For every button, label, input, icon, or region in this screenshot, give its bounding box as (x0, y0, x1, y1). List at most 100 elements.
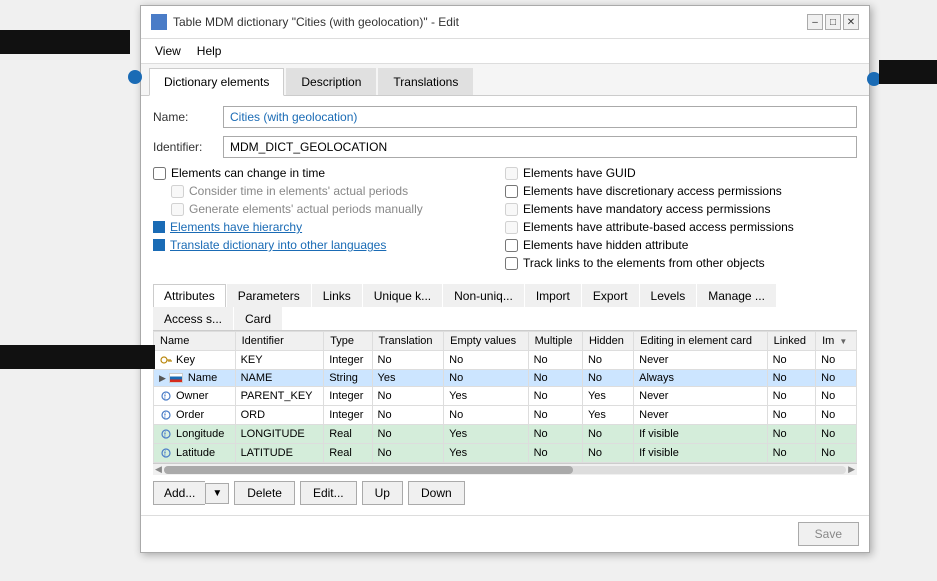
cell-hidden: Yes (582, 406, 633, 425)
cell-multiple: No (528, 387, 582, 406)
table-row[interactable]: ▶ Name NAME String Yes No No No A (154, 370, 857, 387)
sub-tab-import[interactable]: Import (525, 284, 581, 307)
cell-linked: No (767, 444, 816, 463)
table-header-row: Name Identifier Type Translation Empty v… (154, 332, 857, 351)
table-row[interactable]: f Longitude LONGITUDE Real No Yes No (154, 425, 857, 444)
generate-elements-row: Generate elements' actual periods manual… (171, 202, 505, 216)
svg-text:f: f (164, 432, 166, 439)
consider-time-label: Consider time in elements' actual period… (189, 184, 408, 198)
cell-name: f Owner (154, 387, 236, 406)
cell-im: No (816, 370, 857, 387)
elements-hierarchy-label[interactable]: Elements have hierarchy (170, 220, 302, 234)
hidden-attribute-row: Elements have hidden attribute (505, 238, 857, 252)
cell-multiple: No (528, 425, 582, 444)
generate-elements-label: Generate elements' actual periods manual… (189, 202, 423, 216)
mandatory-access-row: Elements have mandatory access permissio… (505, 202, 857, 216)
minimize-button[interactable]: – (807, 14, 823, 30)
maximize-button[interactable]: □ (825, 14, 841, 30)
elements-change-time-row: Elements can change in time (153, 166, 505, 180)
menu-bar: View Help (141, 39, 869, 64)
consider-time-checkbox[interactable] (171, 185, 184, 198)
checkboxes-left: Elements can change in time Consider tim… (153, 166, 505, 274)
cell-name: f Longitude (154, 425, 236, 444)
translate-dictionary-row: Translate dictionary into other language… (153, 238, 505, 252)
cell-linked: No (767, 387, 816, 406)
table-scroll-area[interactable]: Name Identifier Type Translation Empty v… (153, 331, 857, 463)
down-button[interactable]: Down (408, 481, 465, 505)
th-identifier: Identifier (235, 332, 324, 351)
cell-type: Integer (324, 406, 372, 425)
attribute-access-checkbox[interactable] (505, 221, 518, 234)
hidden-attribute-checkbox[interactable] (505, 239, 518, 252)
cell-empty-values: No (444, 370, 528, 387)
cell-identifier: KEY (235, 351, 324, 370)
tab-dictionary-elements[interactable]: Dictionary elements (149, 68, 284, 96)
hidden-attribute-label: Elements have hidden attribute (523, 238, 688, 252)
tab-translations[interactable]: Translations (378, 68, 473, 95)
sub-tab-manage[interactable]: Manage ... (697, 284, 776, 307)
translate-indicator (153, 239, 165, 251)
sub-tab-levels[interactable]: Levels (640, 284, 697, 307)
name-input[interactable] (223, 106, 857, 128)
sub-tab-parameters[interactable]: Parameters (227, 284, 311, 307)
table-row[interactable]: Key KEY Integer No No No No Never No No (154, 351, 857, 370)
edit-button[interactable]: Edit... (300, 481, 357, 505)
th-multiple: Multiple (528, 332, 582, 351)
cell-type: Integer (324, 387, 372, 406)
add-button[interactable]: Add... (153, 481, 205, 505)
discretionary-access-label: Elements have discretionary access permi… (523, 184, 782, 198)
main-tabs: Dictionary elements Description Translat… (141, 64, 869, 96)
elements-guid-checkbox[interactable] (505, 167, 518, 180)
tab-description[interactable]: Description (286, 68, 376, 95)
identifier-label: Identifier: (153, 140, 223, 154)
flag-russia-icon (169, 373, 183, 383)
cell-multiple: No (528, 406, 582, 425)
field-icon: f (159, 389, 173, 403)
delete-button[interactable]: Delete (234, 481, 295, 505)
add-dropdown-arrow[interactable]: ▼ (205, 483, 229, 504)
generate-elements-checkbox[interactable] (171, 203, 184, 216)
cell-translation: No (372, 444, 444, 463)
discretionary-access-checkbox[interactable] (505, 185, 518, 198)
sub-tab-export[interactable]: Export (582, 284, 639, 307)
scrollbar-thumb[interactable] (164, 466, 573, 474)
th-name: Name (154, 332, 236, 351)
track-links-checkbox[interactable] (505, 257, 518, 270)
scroll-left-arrow[interactable]: ◀ (155, 464, 162, 475)
cell-name-text: Longitude (176, 428, 224, 440)
th-translation: Translation (372, 332, 444, 351)
sub-tab-access-s[interactable]: Access s... (153, 307, 233, 330)
cell-empty-values: Yes (444, 425, 528, 444)
window-title: Table MDM dictionary "Cities (with geolo… (173, 15, 459, 29)
sub-tab-attributes[interactable]: Attributes (153, 284, 226, 308)
table-row[interactable]: f Owner PARENT_KEY Integer No Yes No (154, 387, 857, 406)
horizontal-scrollbar[interactable]: ◀ ▶ (153, 463, 857, 475)
sub-tab-card[interactable]: Card (234, 307, 282, 330)
sub-tab-unique-k[interactable]: Unique k... (363, 284, 442, 307)
cell-hidden: No (582, 370, 633, 387)
cell-identifier: ORD (235, 406, 324, 425)
up-button[interactable]: Up (362, 481, 403, 505)
sub-tab-links[interactable]: Links (312, 284, 362, 307)
cell-type: Real (324, 425, 372, 444)
cell-name-text: Name (188, 372, 217, 384)
menu-help[interactable]: Help (189, 41, 230, 61)
mandatory-access-checkbox[interactable] (505, 203, 518, 216)
name-row: Name: (153, 106, 857, 128)
window-icon (151, 14, 167, 30)
cell-identifier: NAME (235, 370, 324, 387)
cell-name-text: Order (176, 409, 204, 421)
sub-tab-non-uniq[interactable]: Non-uniq... (443, 284, 524, 307)
cell-editing: Never (634, 351, 767, 370)
elements-change-time-checkbox[interactable] (153, 167, 166, 180)
identifier-row: Identifier: (153, 136, 857, 158)
menu-view[interactable]: View (147, 41, 189, 61)
identifier-input[interactable] (223, 136, 857, 158)
table-row[interactable]: f Latitude LATITUDE Real No Yes No (154, 444, 857, 463)
title-bar-buttons: – □ ✕ (807, 14, 859, 30)
save-button[interactable]: Save (798, 522, 859, 546)
translate-dictionary-label[interactable]: Translate dictionary into other language… (170, 238, 386, 252)
table-row[interactable]: f Order ORD Integer No No No (154, 406, 857, 425)
close-button[interactable]: ✕ (843, 14, 859, 30)
scroll-right-arrow[interactable]: ▶ (848, 464, 855, 475)
